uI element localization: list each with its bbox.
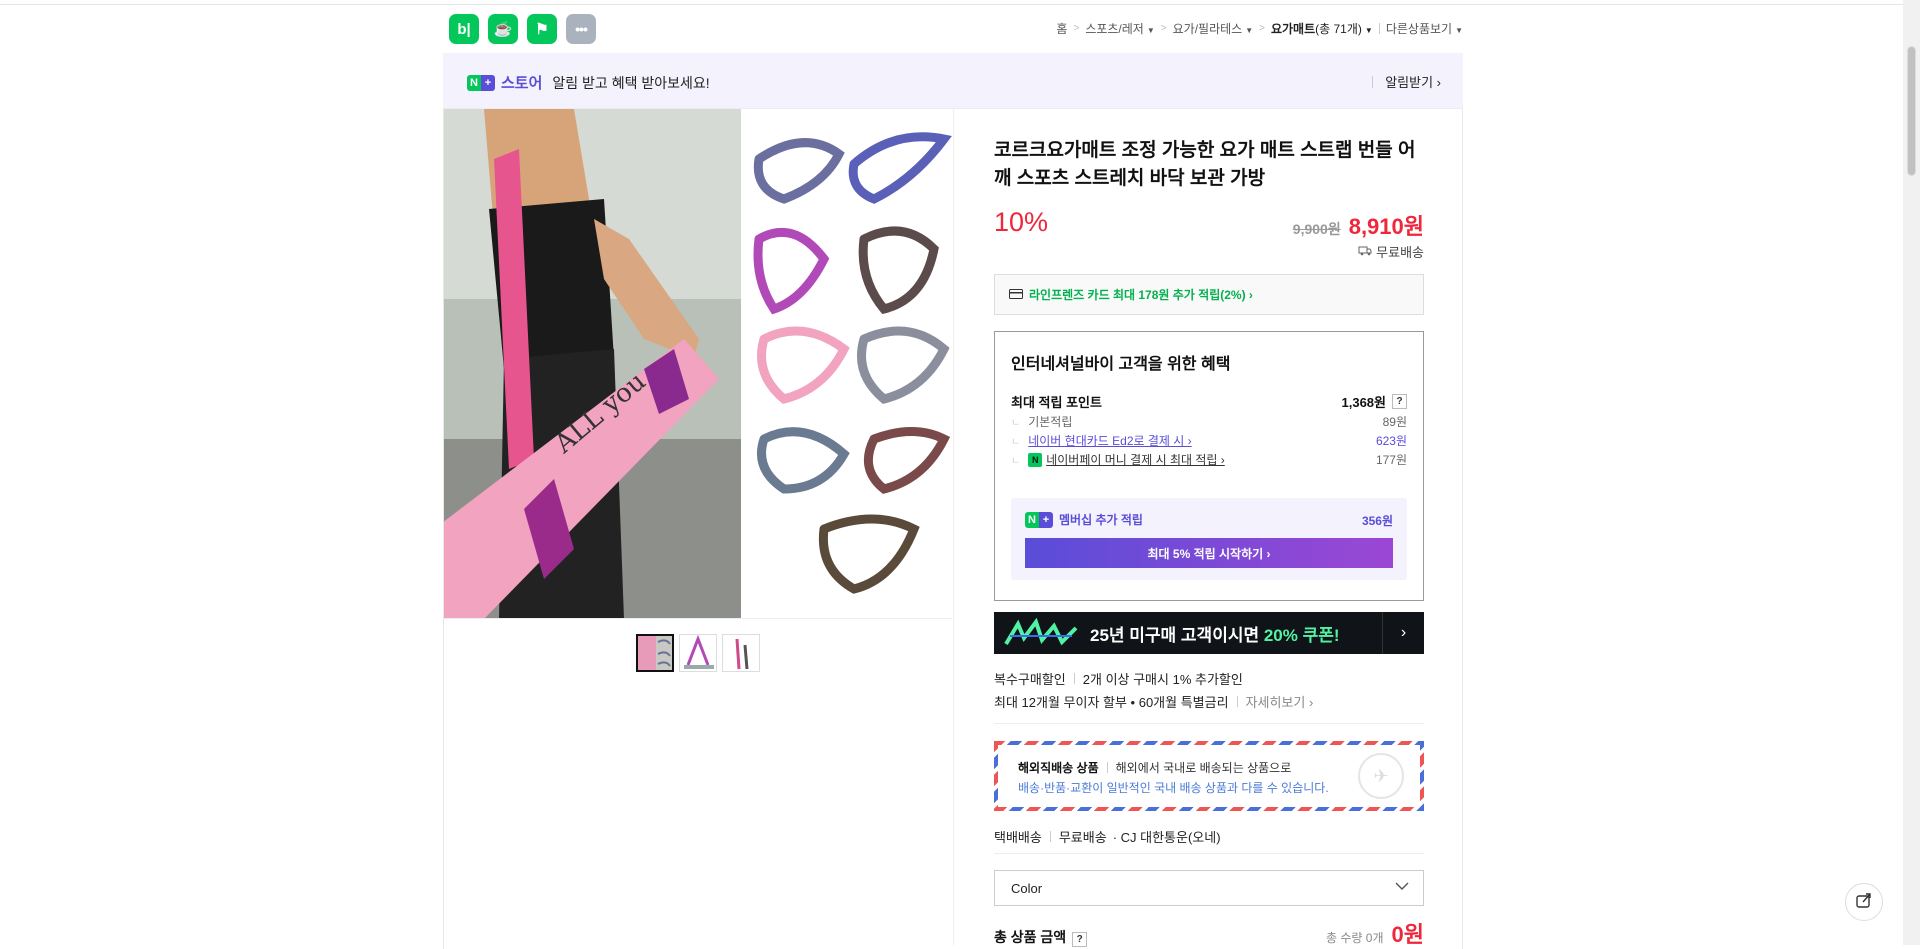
nplus-logo-icon: N +: [467, 74, 495, 91]
header: b| ☕ ⚑ ••• 홈 > 스포츠/레저 ▼ > 요가/필라테스 ▼ > 요가매트…: [443, 12, 1463, 46]
thumbnail-3[interactable]: [722, 634, 760, 672]
total-label: 총 상품 금액?: [994, 927, 1088, 947]
share-icon: [1855, 891, 1873, 913]
share-button[interactable]: [1845, 883, 1883, 921]
installment-info: 최대 12개월 무이자 할부 • 60개월 특별금리 자세히보기 ›: [994, 692, 1313, 711]
airplane-stamp-icon: ✈: [1358, 753, 1404, 799]
delivery-info: 택배배송 무료배송 · CJ 대한통운(오네): [994, 830, 1221, 845]
installment-more-link[interactable]: 자세히보기 ›: [1246, 692, 1314, 711]
coupon-banner[interactable]: 25년 미구매 고객이시면 20% 쿠폰! ›: [994, 612, 1424, 654]
max-points-row: 최대 적립 포인트 1,368원?: [1011, 392, 1407, 411]
price: 9,900원 8,910원: [1293, 209, 1424, 241]
product-title: 코르크요가매트 조정 가능한 요가 매트 스트랩 번들 어깨 스포츠 스트레치 …: [994, 140, 1416, 189]
points-row-card[interactable]: 네이버 현대카드 Ed2로 결제 시 › 623원: [1011, 432, 1407, 449]
chevron-down-icon: [1395, 879, 1409, 896]
cafe-icon[interactable]: ☕: [488, 14, 518, 44]
original-price: 9,900원: [1292, 221, 1341, 237]
thumbnail-strip: [636, 634, 760, 672]
product-main-image[interactable]: ALL you: [444, 109, 952, 619]
app-icons: b| ☕ ⚑ •••: [449, 14, 596, 44]
benefit-heading: 인터네셔널바이 고객을 위한 혜택: [1011, 356, 1231, 373]
chevron-right-icon[interactable]: ›: [1382, 612, 1424, 654]
nplus-icon: N +: [1025, 511, 1053, 528]
top-border: [0, 0, 1920, 5]
product-main: ALL you 코르크요가매트 조정 가능한 요가 매트 스트랩 번들 어깨 스…: [443, 109, 1463, 949]
discount-rate: 10%: [994, 207, 1049, 237]
store-name: 스토어: [501, 75, 543, 92]
truck-icon: [1358, 244, 1372, 259]
breadcrumb-current[interactable]: 요가매트(총 71개) ▼: [1271, 20, 1373, 37]
overseas-shipping-notice: 해외직배송 상품 해외에서 국내로 배송되는 상품으로 배송·반품·교환이 일반적…: [994, 741, 1424, 811]
benefit-box: 인터네셔널바이 고객을 위한 혜택 최대 적립 포인트 1,368원? 기본적립…: [994, 331, 1424, 601]
more-icon[interactable]: •••: [566, 14, 596, 44]
breadcrumb: 홈 > 스포츠/레저 ▼ > 요가/필라테스 ▼ > 요가매트(총 71개) ▼ 다른…: [1056, 20, 1463, 37]
store-logo: N + 스토어 알림 받고 혜택 받아보세요!: [467, 72, 710, 93]
thumbnail-1[interactable]: [636, 634, 674, 672]
thumbnail-2[interactable]: [679, 634, 717, 672]
total-price: 총 상품 금액? 총 수량 0개 0원: [994, 922, 1424, 947]
breadcrumb-sports[interactable]: 스포츠/레저 ▼: [1085, 20, 1154, 37]
scrollbar-thumb[interactable]: [1907, 46, 1916, 176]
color-select[interactable]: Color: [994, 870, 1424, 906]
points-row-npay[interactable]: N네이버페이 머니 결제 시 최대 적립 › 177원: [1011, 451, 1407, 468]
bookmark-icon[interactable]: ⚑: [527, 14, 557, 44]
sale-price: 8,910원: [1348, 214, 1424, 239]
multi-discount: 복수구매할인 2개 이상 구매시 1% 추가할인: [994, 672, 1243, 687]
membership-start-button[interactable]: 최대 5% 적립 시작하기 ›: [1025, 538, 1393, 568]
breadcrumb-yoga[interactable]: 요가/필라테스 ▼: [1173, 20, 1254, 37]
points-row-basic: 기본적립 89원: [1011, 413, 1407, 430]
credit-card-icon: [1009, 288, 1023, 302]
banner-graphic-icon: [1004, 617, 1078, 646]
npay-icon: N: [1028, 452, 1043, 467]
store-message: 알림 받고 혜택 받아보세요!: [552, 74, 710, 91]
shipping-info: 무료배송: [1358, 242, 1424, 261]
membership-box: N + 멤버십 추가 적립 356원 최대 5% 적립 시작하기 ›: [1011, 498, 1407, 580]
page-scrollbar[interactable]: [1903, 0, 1920, 945]
other-products-link[interactable]: 다른상품보기 ▼: [1386, 20, 1463, 37]
card-promo[interactable]: 라인프렌즈 카드 최대 178원 추가 적립(2%) ›: [994, 274, 1424, 315]
breadcrumb-home[interactable]: 홈: [1056, 20, 1067, 37]
store-notify-bar: N + 스토어 알림 받고 혜택 받아보세요! 알림받기 ›: [443, 53, 1463, 109]
help-icon[interactable]: ?: [1392, 394, 1407, 409]
blog-icon[interactable]: b|: [449, 14, 479, 44]
notify-button[interactable]: 알림받기 ›: [1372, 72, 1441, 91]
